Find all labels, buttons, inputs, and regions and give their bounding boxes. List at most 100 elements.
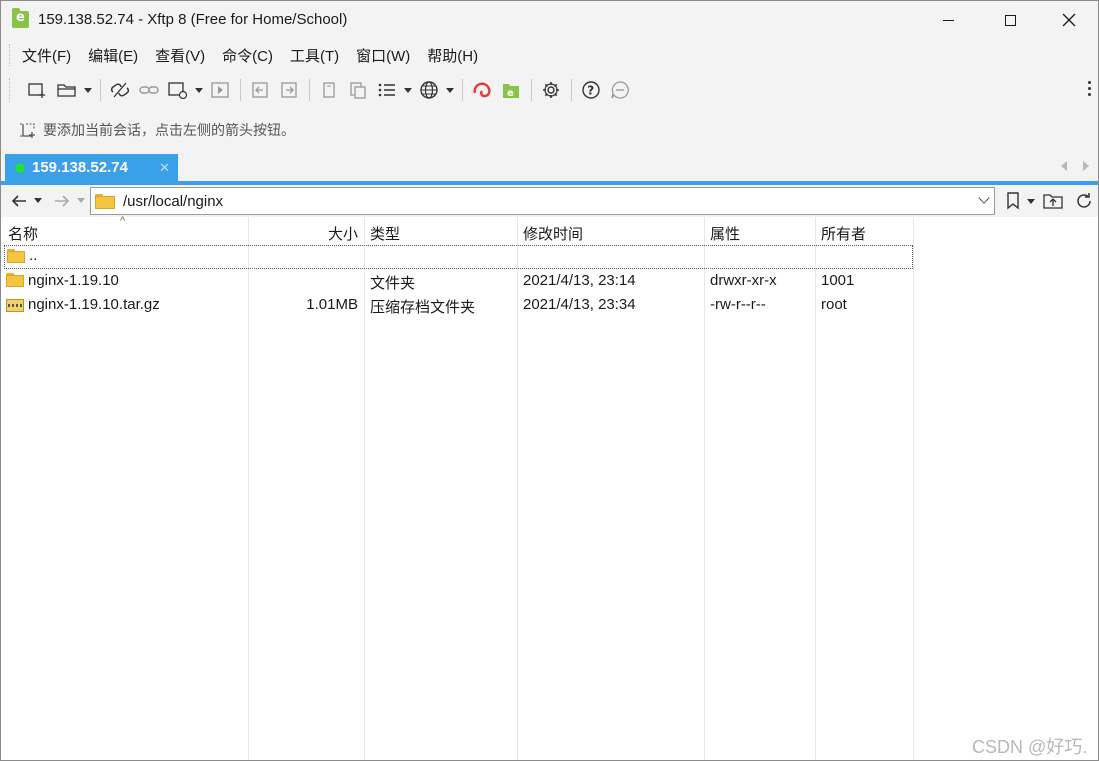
copy-button[interactable] bbox=[315, 76, 343, 104]
tab-scroll-left-icon[interactable] bbox=[1061, 161, 1067, 171]
folder-icon bbox=[7, 249, 25, 263]
tab-close-icon[interactable]: ✕ bbox=[159, 160, 170, 176]
xftp-icon: e bbox=[503, 84, 519, 99]
parent-directory-name: .. bbox=[29, 247, 38, 264]
connection-status-icon bbox=[15, 162, 25, 173]
title-bar: 159.138.52.74 - Xftp 8 (Free for Home/Sc… bbox=[1, 1, 1098, 39]
back-history-caret-icon[interactable] bbox=[34, 198, 42, 203]
path-dropdown-icon[interactable] bbox=[978, 192, 990, 204]
paste-button[interactable] bbox=[344, 76, 372, 104]
column-header-size[interactable]: 大小 bbox=[328, 223, 358, 244]
refresh-icon bbox=[1077, 193, 1091, 208]
caret-down-icon bbox=[404, 87, 412, 93]
open-folder-icon bbox=[57, 84, 76, 97]
toolbar-separator bbox=[309, 79, 310, 101]
bookmark-button[interactable] bbox=[1003, 191, 1023, 211]
list-view-button[interactable] bbox=[373, 76, 401, 104]
menubar-grip[interactable] bbox=[9, 44, 12, 66]
refresh-button[interactable] bbox=[1074, 191, 1094, 211]
tab-session[interactable]: 159.138.52.74 ✕ bbox=[5, 154, 178, 181]
list-view-icon bbox=[378, 83, 395, 97]
new-window-dropdown[interactable] bbox=[193, 76, 205, 104]
file-name: nginx-1.19.10 bbox=[28, 272, 119, 289]
toolbar-grip[interactable] bbox=[9, 78, 12, 102]
xshell-button[interactable] bbox=[468, 76, 496, 104]
toolbar-separator bbox=[100, 79, 101, 101]
caret-down-icon bbox=[195, 87, 203, 93]
settings-button[interactable] bbox=[537, 76, 565, 104]
transfer-button[interactable] bbox=[206, 76, 234, 104]
column-header-owner[interactable]: 所有者 bbox=[821, 223, 866, 244]
file-type: 压缩存档文件夹 bbox=[370, 299, 476, 316]
close-button[interactable] bbox=[1040, 1, 1098, 39]
table-row[interactable]: nginx-1.19.10.tar.gz 1.01MB 压缩存档文件夹 2021… bbox=[2, 293, 914, 317]
menu-file[interactable]: 文件(F) bbox=[22, 45, 71, 66]
folder-icon bbox=[6, 273, 24, 287]
svg-text:?: ? bbox=[587, 84, 594, 98]
download-right-button[interactable] bbox=[275, 76, 303, 104]
menu-window[interactable]: 窗口(W) bbox=[356, 45, 410, 66]
list-view-dropdown[interactable] bbox=[402, 76, 414, 104]
table-row[interactable]: nginx-1.19.10 文件夹 2021/4/13, 23:14 drwxr… bbox=[2, 269, 914, 293]
xshell-icon bbox=[473, 82, 491, 98]
file-modified: 2021/4/13, 23:14 bbox=[523, 272, 636, 289]
file-owner: 1001 bbox=[821, 272, 855, 289]
paste-icon bbox=[350, 82, 366, 99]
column-header-attributes[interactable]: 属性 bbox=[710, 223, 740, 244]
open-dropdown[interactable] bbox=[82, 76, 94, 104]
back-arrow-icon[interactable] bbox=[9, 191, 29, 211]
file-attributes: -rw-r--r-- bbox=[710, 296, 766, 313]
minimize-button[interactable] bbox=[919, 1, 977, 39]
forward-arrow-icon[interactable] bbox=[52, 191, 72, 211]
window-title: 159.138.52.74 - Xftp 8 (Free for Home/Sc… bbox=[38, 11, 348, 28]
tab-scroll-right-icon[interactable] bbox=[1083, 161, 1089, 171]
add-session-icon[interactable] bbox=[19, 122, 37, 138]
menu-tools[interactable]: 工具(T) bbox=[290, 45, 339, 66]
parent-folder-button[interactable] bbox=[1043, 191, 1063, 211]
xftp-button[interactable]: e bbox=[497, 76, 525, 104]
column-header-modified[interactable]: 修改时间 bbox=[523, 223, 583, 244]
toolbar-separator bbox=[240, 79, 241, 101]
encoding-dropdown[interactable] bbox=[444, 76, 456, 104]
disconnect-button[interactable] bbox=[106, 76, 134, 104]
column-header-type[interactable]: 类型 bbox=[370, 223, 400, 244]
open-button[interactable] bbox=[53, 76, 81, 104]
upload-left-icon bbox=[252, 82, 268, 98]
menu-command[interactable]: 命令(C) bbox=[222, 45, 273, 66]
menu-help[interactable]: 帮助(H) bbox=[427, 45, 478, 66]
caret-down-icon bbox=[446, 87, 454, 93]
reconnect-button[interactable] bbox=[135, 76, 163, 104]
encoding-button[interactable] bbox=[415, 76, 443, 104]
new-window-icon bbox=[168, 82, 188, 99]
maximize-icon bbox=[1004, 14, 1016, 26]
sort-ascending-icon: ^ bbox=[120, 215, 126, 227]
file-modified: 2021/4/13, 23:34 bbox=[523, 296, 636, 313]
file-size: 1.01MB bbox=[306, 296, 358, 313]
menu-edit[interactable]: 编辑(E) bbox=[88, 45, 138, 66]
help-button[interactable]: ? bbox=[577, 76, 605, 104]
file-list: ^ 名称 大小 类型 修改时间 属性 所有者 .. nginx-1.19.10 … bbox=[2, 215, 1098, 760]
column-header-row: ^ 名称 大小 类型 修改时间 属性 所有者 bbox=[2, 215, 914, 245]
parent-directory-row[interactable]: .. bbox=[4, 245, 913, 269]
column-header-name[interactable]: 名称 bbox=[8, 223, 38, 244]
svg-text:e: e bbox=[507, 88, 514, 99]
maximize-button[interactable] bbox=[981, 1, 1039, 39]
help-icon: ? bbox=[582, 81, 600, 99]
reconnect-icon bbox=[139, 86, 159, 94]
archive-icon bbox=[6, 297, 24, 312]
toolbar-separator bbox=[571, 79, 572, 101]
toolbar-overflow-button[interactable] bbox=[1088, 81, 1092, 99]
new-session-icon bbox=[28, 83, 45, 98]
address-bar: /usr/local/nginx bbox=[1, 185, 1098, 217]
new-session-button[interactable] bbox=[24, 76, 52, 104]
forward-history-caret-icon[interactable] bbox=[77, 198, 85, 203]
bookmark-icon bbox=[1007, 192, 1019, 210]
parent-folder-icon bbox=[1043, 194, 1063, 209]
bookmark-caret-icon[interactable] bbox=[1027, 199, 1035, 204]
xftp-app-icon bbox=[12, 8, 29, 28]
feedback-button[interactable] bbox=[606, 76, 634, 104]
path-input[interactable]: /usr/local/nginx bbox=[90, 187, 995, 215]
upload-left-button[interactable] bbox=[246, 76, 274, 104]
menu-view[interactable]: 查看(V) bbox=[155, 45, 205, 66]
new-window-button[interactable] bbox=[164, 76, 192, 104]
